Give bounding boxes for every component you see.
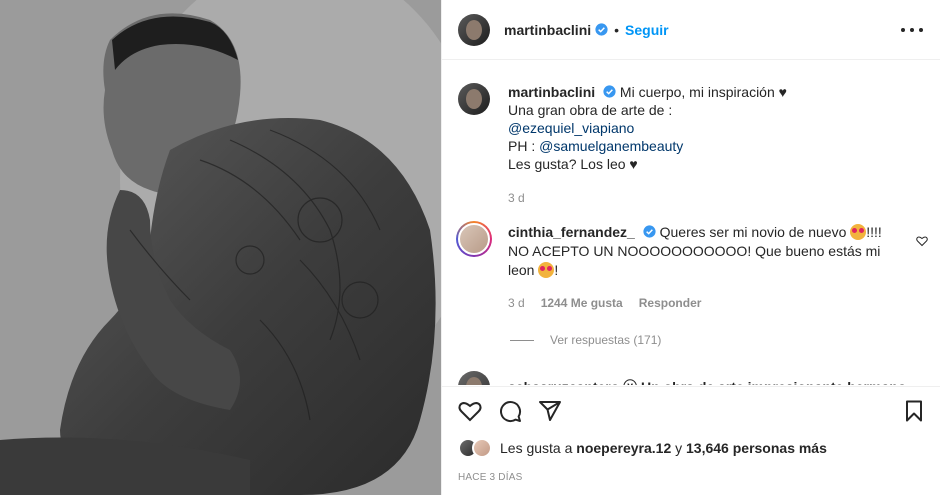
caption-ph-prefix: PH :: [508, 138, 540, 154]
heart-outline-icon[interactable]: [458, 399, 482, 423]
author-username[interactable]: martinbaclini: [504, 22, 591, 38]
view-replies-label: Ver respuestas (171): [550, 333, 662, 347]
author-avatar[interactable]: [458, 13, 490, 46]
more-dots-icon[interactable]: [901, 20, 923, 40]
verified-badge-icon: [595, 23, 608, 36]
commenter-avatar[interactable]: [456, 221, 492, 257]
caption-avatar[interactable]: [458, 83, 490, 115]
likes-count[interactable]: 13,646 personas más: [686, 440, 827, 456]
likes-text: Les gusta a noepereyra.12 y 13,646 perso…: [500, 440, 827, 456]
caption-mention-1[interactable]: @ezequiel_viapiano: [508, 120, 634, 136]
caption-mention-2[interactable]: @samuelganembeauty: [539, 138, 683, 154]
commenter-username[interactable]: cinthia_fernandez_: [508, 224, 635, 240]
next-commenter-avatar[interactable]: [458, 371, 490, 385]
post-photo[interactable]: [0, 0, 441, 495]
next-comment-text: sebasruzcantero ⓥ Un obra de arte impres…: [508, 377, 906, 385]
caption-body: martinbaclini Mi cuerpo, mi inspiración …: [508, 83, 928, 207]
liker-username[interactable]: noepereyra.12: [576, 440, 671, 456]
comments-section: martinbaclini Mi cuerpo, mi inspiración …: [442, 61, 940, 385]
follow-button[interactable]: Seguir: [625, 22, 669, 38]
comment-bubble-icon[interactable]: [498, 399, 522, 423]
paper-plane-icon[interactable]: [538, 399, 562, 423]
likes-prefix: Les gusta a: [500, 440, 577, 456]
comment-text-3: !: [554, 262, 559, 278]
caption-line-2: Una gran obra de arte de :: [508, 102, 673, 118]
verified-badge-icon: [643, 225, 656, 238]
comment-like-heart-icon[interactable]: [916, 235, 928, 247]
comment-time[interactable]: 3 d: [508, 294, 525, 313]
comment-item: cinthia_fernandez_ Queres ser mi novio d…: [456, 221, 928, 313]
liker-avatar: [472, 438, 492, 458]
view-replies-button[interactable]: Ver respuestas (171): [510, 333, 661, 347]
post-timestamp[interactable]: HACE 3 DÍAS: [458, 472, 522, 483]
caption-line-1: Mi cuerpo, mi inspiración ♥: [619, 84, 787, 100]
reply-button[interactable]: Responder: [639, 294, 702, 313]
likes-middle: y: [671, 440, 687, 456]
caption-time[interactable]: 3 d: [508, 189, 928, 207]
replies-line: [510, 339, 534, 341]
comment-text-1: Queres ser mi novio de nuevo: [659, 224, 847, 240]
caption-username[interactable]: martinbaclini: [508, 84, 595, 100]
action-bar: [442, 386, 940, 436]
post-panel: martinbaclini • Seguir martinbaclini Mi …: [441, 0, 940, 495]
bookmark-icon[interactable]: [902, 399, 926, 423]
verified-badge-icon: [603, 85, 616, 98]
heart-eyes-emoji-icon: [538, 262, 555, 278]
next-comment-item: sebasruzcantero ⓥ Un obra de arte impres…: [458, 371, 906, 385]
caption-line-5: Les gusta? Los leo ♥: [508, 156, 638, 172]
caption: martinbaclini Mi cuerpo, mi inspiración …: [458, 83, 928, 207]
separator-dot: •: [614, 21, 620, 38]
likes-summary: Les gusta a noepereyra.12 y 13,646 perso…: [458, 438, 827, 458]
comment-meta: 3 d 1244 Me gusta Responder: [508, 294, 898, 313]
comment-likes[interactable]: 1244 Me gusta: [541, 294, 623, 313]
post-header: martinbaclini • Seguir: [442, 0, 940, 60]
heart-eyes-emoji-icon: [850, 224, 867, 240]
comment-body: cinthia_fernandez_ Queres ser mi novio d…: [508, 223, 898, 313]
photo-illustration: [0, 0, 441, 495]
